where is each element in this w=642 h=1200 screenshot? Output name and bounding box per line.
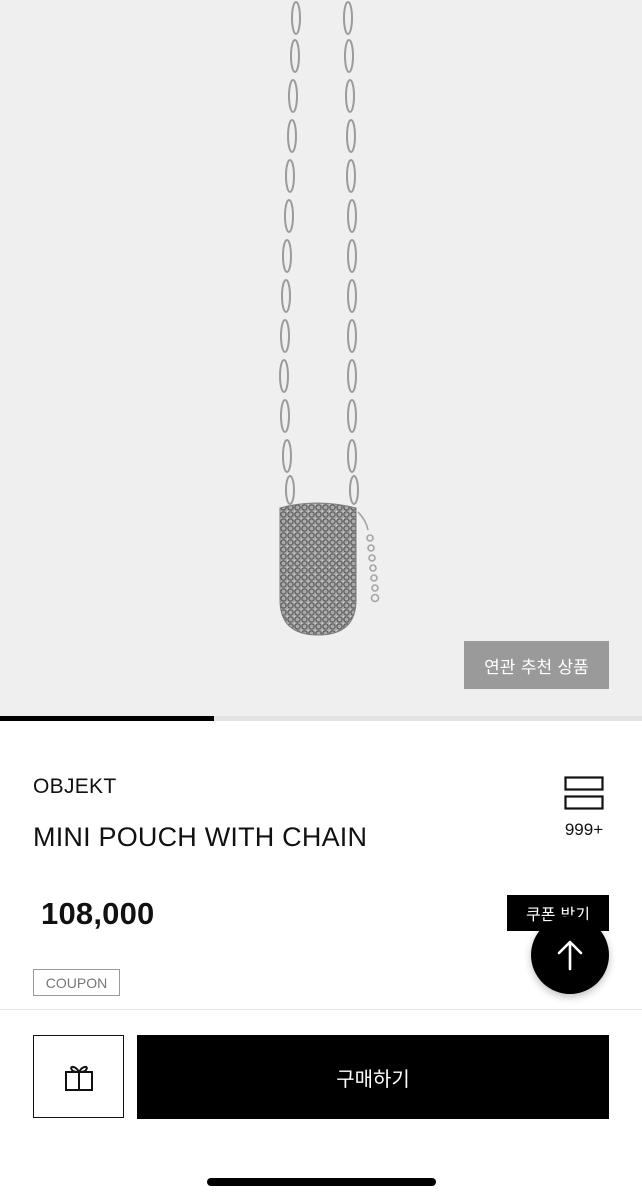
carousel-progress-fill [0,716,214,721]
product-title: MINI POUCH WITH CHAIN [33,822,368,852]
arrow-up-icon [557,940,583,971]
related-products-button[interactable]: 연관 추천 상품 [464,641,609,689]
gift-button[interactable] [33,1035,124,1118]
scroll-top-button[interactable] [531,916,609,994]
product-image-carousel[interactable]: 연관 추천 상품 [0,0,642,718]
product-price: 108,000 [41,896,155,931]
coupon-badge: COUPON [33,969,120,996]
brand-name[interactable]: OBJEKT [33,775,116,799]
buy-button[interactable]: 구매하기 [137,1035,609,1119]
layers-icon [564,776,604,810]
wishlist-count: 999+ [564,820,604,839]
gift-icon [64,1065,93,1091]
carousel-progress-bar [0,716,642,721]
home-indicator [207,1178,436,1186]
necklace-pouch-image [279,1,380,636]
wishlist-button[interactable]: 999+ [556,776,612,840]
divider [0,1009,642,1010]
